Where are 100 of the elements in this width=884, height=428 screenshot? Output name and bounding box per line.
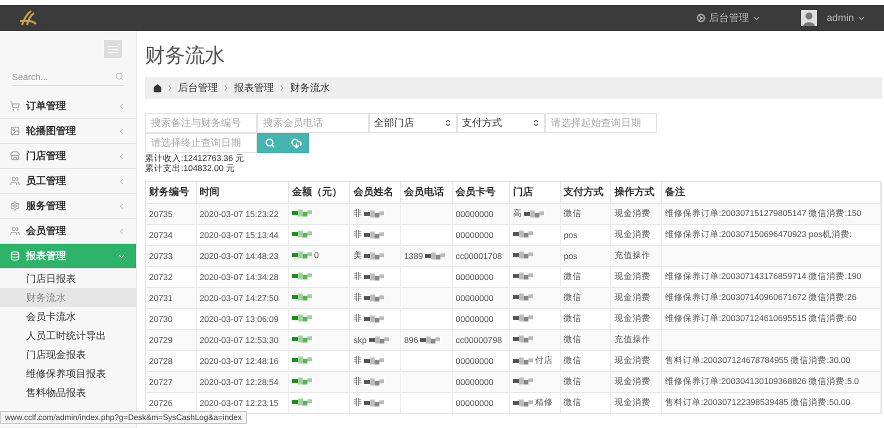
- filter-field[interactable]: 请选择起始查询日期: [545, 113, 657, 133]
- separator-icon: [166, 84, 174, 92]
- cell-text: 2020-03-07 12:23:15: [200, 398, 278, 408]
- cell-text: 高: [513, 208, 522, 220]
- menu-toggle-button[interactable]: [104, 40, 122, 58]
- filter-select[interactable]: 全部门店: [369, 113, 457, 133]
- cell-text: 2020-03-07 12:28:54: [200, 376, 278, 386]
- cell-text: 微信: [564, 334, 582, 346]
- cell-text: 非: [353, 312, 362, 324]
- breadcrumb-link[interactable]: 财务流水: [290, 81, 330, 95]
- cell-text: 现金消费: [614, 292, 650, 304]
- cell-text: 维修保养订单:200307143176859714 微信消费:190: [664, 270, 862, 282]
- chevron-left-icon: [117, 152, 126, 160]
- sidebar-item[interactable]: 轮播图管理: [0, 119, 136, 144]
- cell-text: 00000000: [456, 356, 494, 366]
- filter-field[interactable]: 请选择终止查询日期: [145, 133, 257, 153]
- sidebar-item[interactable]: 服务管理: [0, 194, 136, 219]
- sidebar-search-field[interactable]: Search...: [12, 68, 124, 86]
- database-icon: [10, 251, 20, 261]
- cell-text: 20727: [149, 376, 173, 386]
- users-icon: [10, 226, 20, 236]
- submenu-item[interactable]: 人员工时统计导出: [0, 326, 136, 345]
- cell-text: pos: [564, 250, 578, 260]
- cell-text: 0: [314, 250, 319, 260]
- cell-text: 2020-03-07 15:23:22: [200, 208, 278, 218]
- cell-text: 2020-03-07 12:48:16: [200, 356, 278, 366]
- admin-menu[interactable]: 后台管理: [696, 11, 761, 25]
- filter-field[interactable]: 搜索备注与财务编号: [145, 113, 257, 133]
- chevron-left-icon: [117, 176, 126, 186]
- cell-text: 2020-03-07 13:06:09: [200, 314, 278, 324]
- cell-text: 充值操作: [614, 334, 650, 346]
- submenu-item[interactable]: 维修保养项目报表: [0, 364, 136, 383]
- cell-text: cc00000798: [456, 334, 502, 344]
- cell-text: 20735: [149, 208, 173, 218]
- cell-text: 非: [353, 208, 362, 220]
- cell-text: 2020-03-07 14:34:28: [200, 272, 278, 282]
- cell-text: 微信: [564, 354, 582, 366]
- cell-text: 00000000: [456, 272, 494, 282]
- submenu-item[interactable]: 售料物品报表: [0, 383, 136, 402]
- search-button[interactable]: [257, 133, 283, 153]
- cell-text: 00000000: [456, 208, 494, 218]
- cell-text: 付店: [535, 354, 554, 366]
- submenu-item[interactable]: 会员卡流水: [0, 307, 136, 326]
- cell-text: 微信: [564, 312, 582, 324]
- separator-icon: [278, 84, 286, 92]
- cell-text: 现金消费: [614, 396, 650, 409]
- cell-text: 非: [353, 396, 362, 409]
- store-icon: [10, 151, 20, 161]
- image-icon: [10, 126, 20, 136]
- cell-text: 维修保养订单:200304130109368826 微信消费:5.0: [664, 376, 859, 388]
- cell-text: 非: [353, 270, 362, 282]
- filter-select[interactable]: 支付方式: [457, 113, 545, 133]
- home-icon[interactable]: [153, 84, 162, 92]
- sidebar-item[interactable]: 员工管理: [0, 169, 136, 194]
- filter-field[interactable]: 搜索会员电话: [257, 113, 369, 133]
- sidebar-item[interactable]: 订单管理: [0, 94, 136, 119]
- cell-text: 售料订单:200307122398539485 微信消费:50.00: [664, 396, 850, 409]
- user-menu[interactable]: admin: [826, 12, 866, 24]
- search-input[interactable]: Search...: [12, 72, 115, 82]
- users-icon: [10, 176, 20, 186]
- avatar-icon: [800, 10, 817, 26]
- cell-text: 非: [353, 228, 362, 240]
- cell-text: 现金消费: [614, 208, 650, 220]
- separator-icon: [222, 84, 230, 92]
- cell-text: 非: [353, 376, 362, 388]
- cell-text: 美: [353, 250, 362, 262]
- cell-text: cc00001708: [456, 250, 502, 260]
- cell-text: 00000000: [456, 292, 494, 302]
- total-text: 累计支出:104832.00 元: [145, 163, 236, 173]
- breadcrumb-link[interactable]: 报表管理: [234, 81, 274, 95]
- cell-text: 896: [404, 334, 418, 344]
- cell-text: 非: [353, 292, 362, 304]
- cell-text: 微信: [564, 208, 582, 220]
- cell-text: 现金消费: [614, 312, 650, 324]
- breadcrumb-link[interactable]: 后台管理: [178, 81, 218, 95]
- cell-text: 1389: [404, 250, 423, 260]
- cell-text: 20732: [149, 272, 173, 282]
- page-title: 财务流水: [145, 44, 226, 69]
- cell-text: skp: [353, 334, 367, 344]
- gear-icon: [696, 13, 706, 23]
- download-button[interactable]: [283, 133, 309, 153]
- cell-text: 维修保养订单:200307124610695515 微信消费:60: [664, 312, 857, 324]
- search-icon: [115, 72, 124, 81]
- chevron-left-icon: [117, 202, 126, 210]
- chevron-left-icon: [117, 126, 126, 136]
- cell-text: 现金消费: [614, 270, 650, 282]
- submenu-item[interactable]: 门店现金报表: [0, 345, 136, 364]
- cell-text: 充值操作: [614, 250, 650, 262]
- cell-text: 20726: [149, 398, 173, 408]
- cell-text: 售料订单:200307124678784955 微信消费:30.00: [664, 354, 850, 366]
- cell-text: 微信: [564, 376, 582, 388]
- cell-text: 20728: [149, 356, 173, 366]
- cell-text: 00000000: [456, 376, 494, 386]
- submenu-item[interactable]: 门店日报表: [0, 269, 136, 288]
- cell-text: 精修: [535, 396, 554, 409]
- status-bar-url: www.cclf.com/admin/index.php?g=Desk&m=SysCashLog&a=index: [0, 411, 247, 424]
- sidebar-item[interactable]: 门店管理: [0, 144, 136, 169]
- cell-text: 维修保养订单:200307151279805147 微信消费:150: [664, 208, 862, 220]
- total-text: 累计收入:12412763.36 元: [145, 153, 246, 163]
- cell-text: 现金消费: [614, 354, 650, 366]
